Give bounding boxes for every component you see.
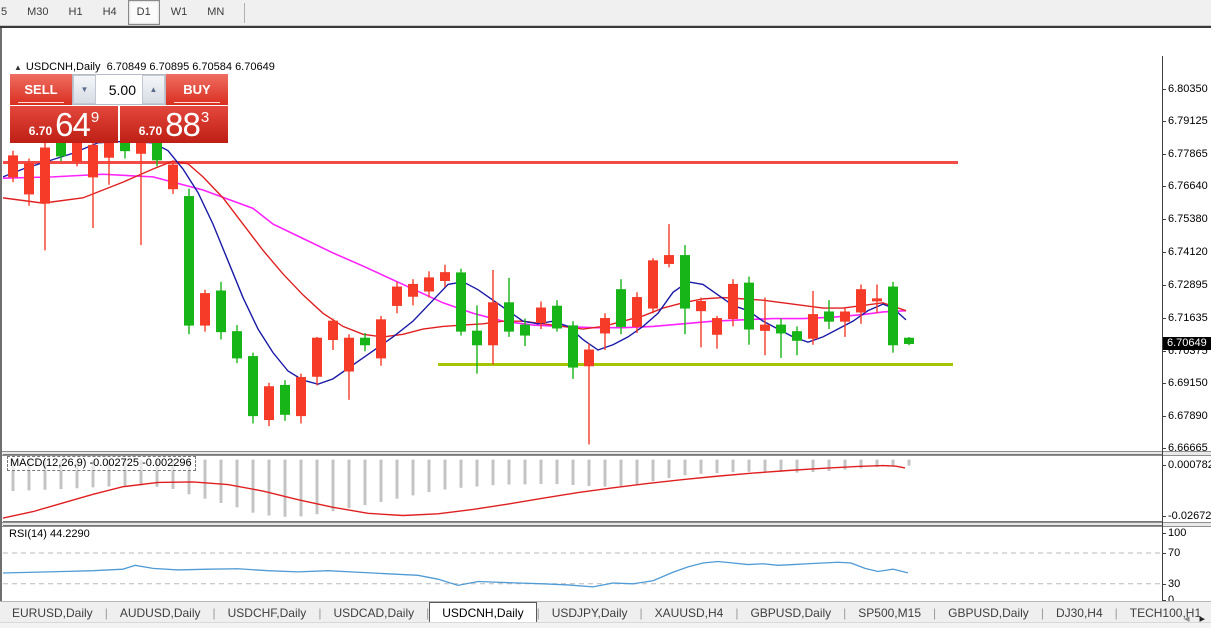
price-axis-tick [1162,252,1166,254]
buy-price-sup: 3 [200,109,210,126]
chart-tab-audusd[interactable]: AUDUSD,Daily [108,604,213,623]
price-axis-tick [1162,448,1166,449]
price-axis-tick [1162,186,1166,188]
timeframe-button-5[interactable]: 5 [0,0,16,25]
volume-input[interactable]: 5.00 [96,75,142,104]
toolbar-divider [244,2,246,23]
macd-signal-line [3,464,906,519]
macd-axis-label: 0.000782 [1168,459,1211,471]
price-axis-label: 6.72895 [1168,278,1208,291]
rsi-axis-tick [1162,553,1166,554]
sell-button[interactable]: SELL [10,74,72,105]
chart-tab-sp500[interactable]: SP500,M15 [846,604,933,623]
status-strip [0,622,1211,628]
rsi-axis-tick [1162,533,1166,534]
rsi-line [3,560,909,588]
price-axis-label: 6.79125 [1168,115,1208,128]
price-axis-tick [1162,89,1166,90]
macd-axis-tick [1162,516,1166,517]
macd-axis-label: -0.026721 [1168,510,1211,522]
price-axis-tick [1162,284,1166,286]
chart-tab-usdjpy[interactable]: USDJPY,Daily [540,604,640,623]
rsi-indicator-canvas [3,525,1162,606]
price-axis-tick [1162,350,1166,352]
ma-fast-line [3,140,907,385]
chart-tab-bar: EURUSD,Daily | AUDUSD,Daily | USDCHF,Daily | U… [0,601,1211,623]
price-axis-label: 6.75380 [1168,213,1208,226]
rsi-axis-tick [1162,583,1166,585]
price-axis-tick [1162,121,1166,123]
price-axis-label: 6.69150 [1168,376,1208,389]
sell-price-display[interactable]: 6.70 64 9 [10,106,118,143]
chart-tab-usdcnh-active[interactable]: USDCNH,Daily [429,602,537,623]
chart-tab-eurusd[interactable]: EURUSD,Daily [0,604,105,623]
timeframe-toolbar: 5 M30 H1 H4 D1 W1 MN [0,0,1211,26]
chart-title-ohlc: 6.70849 6.70895 6.70584 6.70649 [106,61,275,73]
macd-axis-tick [1162,465,1166,466]
price-axis-label: 6.74120 [1168,246,1208,259]
sell-price-small: 6.70 [28,123,53,138]
chart-title: ▲ USDCNH,Daily 6.70849 6.70895 6.70584 6.… [14,61,275,73]
macd-label[interactable]: MACD(12,26,9) -0.002725 -0.002296 [7,456,196,471]
chart-window: ▲ USDCNH,Daily 6.70849 6.70895 6.70584 6.… [0,28,1211,628]
price-axis-label: 6.77865 [1168,148,1208,161]
price-axis-label: 6.67890 [1168,409,1208,422]
current-price-tag: 6.70649 [1163,336,1211,350]
timeframe-button-mn[interactable]: MN [198,0,233,25]
rsi-axis-label: 70 [1168,547,1181,559]
price-axis-tick [1162,382,1166,384]
chart-tab-usdchf[interactable]: USDCHF,Daily [216,604,319,623]
price-axis-label: 6.80350 [1168,83,1208,95]
price-axis-tick [1162,219,1166,221]
buy-price-display[interactable]: 6.70 88 3 [120,106,228,143]
ma-slow-line [3,173,907,329]
rsi-axis-label: 30 [1168,577,1181,590]
volume-spinner: ▼ 5.00 ▲ [72,74,166,105]
timeframe-button-d1[interactable]: D1 [127,0,160,25]
price-axis-border [1162,56,1163,607]
price-axis-label: 6.71635 [1168,311,1208,324]
volume-increase-button[interactable]: ▲ [142,75,165,104]
collapse-triangle-icon[interactable]: ▲ [14,63,22,72]
timeframe-button-m30[interactable]: M30 [18,0,57,25]
chart-tab-dj30[interactable]: DJ30,H4 [1044,604,1115,623]
rsi-axis-label: 100 [1168,527,1187,539]
chart-tab-gbpusd[interactable]: GBPUSD,Daily [738,604,843,623]
sell-price-sup: 9 [90,109,100,126]
chart-tab-xauusd[interactable]: XAUUSD,H4 [643,604,736,623]
timeframe-button-h4[interactable]: H4 [94,0,126,25]
ma-mid-line [3,160,907,338]
price-axis-label: 6.66665 [1168,442,1208,454]
chart-tab-usdcad[interactable]: USDCAD,Daily [321,604,426,623]
timeframe-button-h1[interactable]: H1 [60,0,92,25]
buy-price-small: 6.70 [138,123,163,138]
buy-price-big: 88 [165,105,201,143]
chart-tab-gbpusd[interactable]: GBPUSD,Daily [936,604,1041,623]
price-axis-tick [1162,154,1166,156]
buy-button[interactable]: BUY [166,74,228,105]
price-axis-tick [1162,317,1166,319]
one-click-trading-widget: SELL ▼ 5.00 ▲ BUY 6.70 64 9 6.70 88 3 [10,74,228,143]
trading-platform-window: 5 M30 H1 H4 D1 W1 MN ▲ USDCNH,Daily 6.70849 6.7… [0,0,1211,628]
price-axis-tick [1162,415,1166,417]
volume-decrease-button[interactable]: ▼ [73,75,96,104]
chart-title-symbol: USDCNH,Daily [25,61,101,73]
timeframe-button-w1[interactable]: W1 [162,0,197,25]
sell-price-big: 64 [55,105,91,143]
price-axis-label: 6.76640 [1168,180,1208,193]
rsi-label[interactable]: RSI(14) 44.2290 [9,528,90,540]
